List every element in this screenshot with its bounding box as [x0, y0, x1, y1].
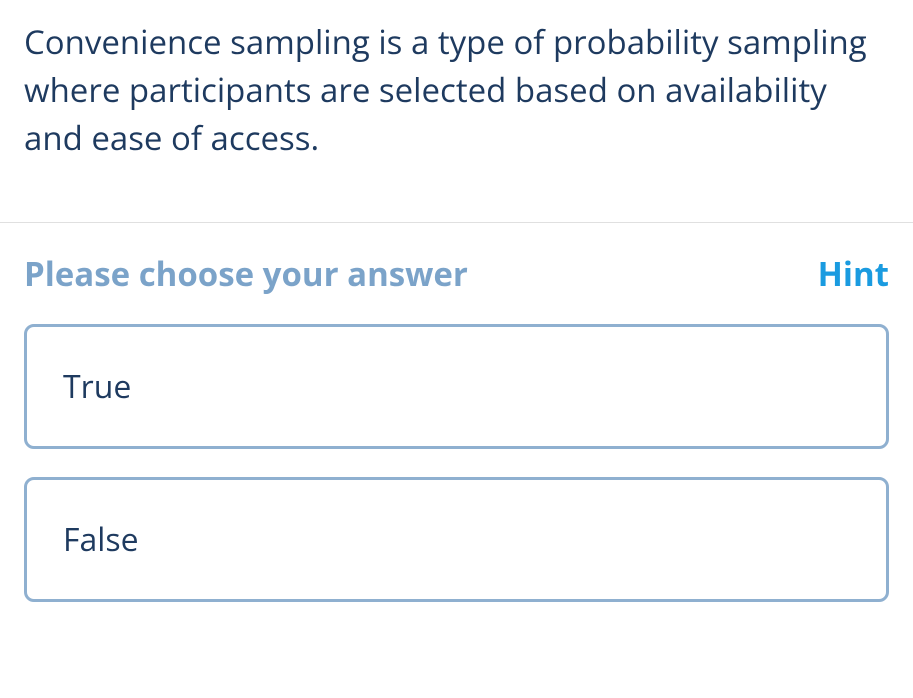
answer-option-label: True — [63, 365, 850, 408]
question-section: Convenience sampling is a type of probab… — [0, 0, 913, 223]
quiz-container: Convenience sampling is a type of probab… — [0, 0, 913, 602]
answer-option-true[interactable]: True — [24, 324, 889, 449]
answer-section: Please choose your answer Hint True Fals… — [0, 223, 913, 602]
hint-link[interactable]: Hint — [818, 251, 889, 296]
answer-header: Please choose your answer Hint — [24, 251, 889, 296]
answer-option-label: False — [63, 518, 850, 561]
answer-prompt: Please choose your answer — [24, 251, 468, 296]
question-text: Convenience sampling is a type of probab… — [24, 18, 889, 162]
answer-option-false[interactable]: False — [24, 477, 889, 602]
